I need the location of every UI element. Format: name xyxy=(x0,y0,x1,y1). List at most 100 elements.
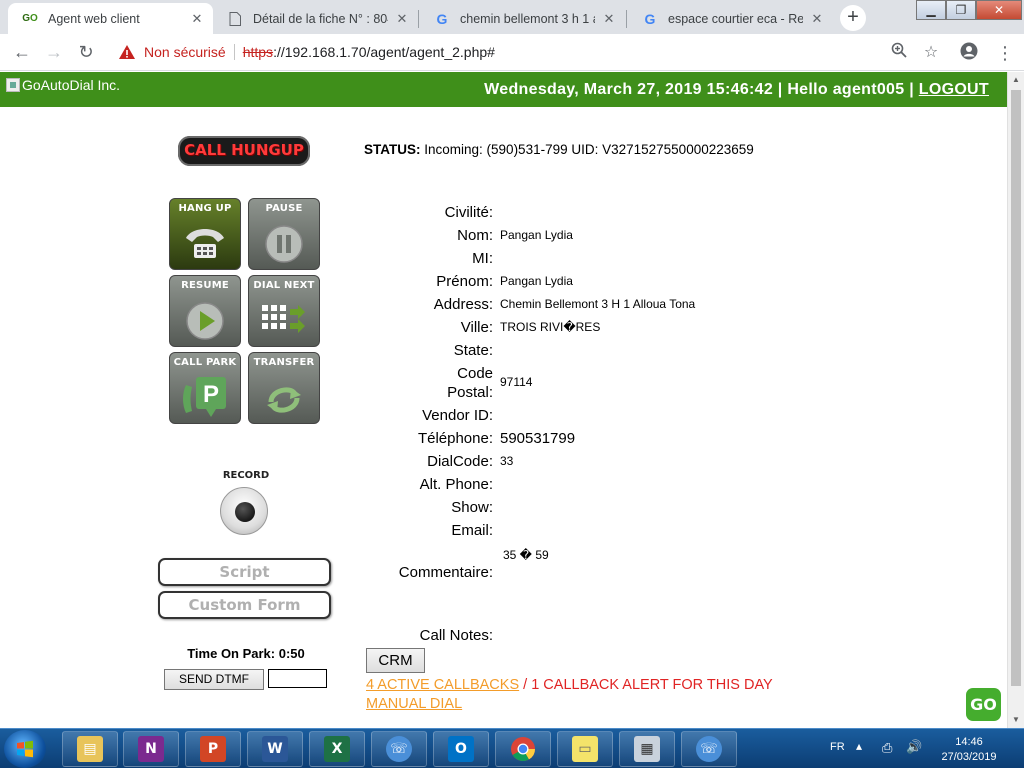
crm-button[interactable]: CRM xyxy=(366,648,425,673)
field-ville[interactable]: TROIS RIVI�RES xyxy=(500,320,600,334)
label-vendor-id: Vendor ID: xyxy=(422,407,493,424)
manual-dial-link[interactable]: MANUAL DIAL xyxy=(366,696,462,712)
app-header: GoAutoDial Inc. Wednesday, March 27, 201… xyxy=(0,72,1007,107)
script-button[interactable]: Script xyxy=(158,558,331,586)
close-tab-icon[interactable]: ✕ xyxy=(601,11,617,27)
taskbar-excel[interactable]: X xyxy=(309,731,365,767)
send-dtmf-button[interactable]: SEND DTMF xyxy=(164,669,264,690)
clock-time: 14:46 xyxy=(955,736,983,748)
word-icon: W xyxy=(262,736,288,762)
zoom-icon[interactable] xyxy=(888,42,910,64)
sticky-notes-icon: ▭ xyxy=(572,736,598,762)
taskbar-calculator[interactable]: ▦ xyxy=(619,731,675,767)
excel-icon: X xyxy=(324,736,350,762)
taskbar-word[interactable]: W xyxy=(247,731,303,767)
dial-next-label: DIAL NEXT xyxy=(253,280,315,291)
resume-button[interactable]: RESUME xyxy=(169,275,241,347)
network-icon[interactable]: ⎙ xyxy=(882,740,892,768)
callback-alert[interactable]: 1 CALLBACK ALERT FOR THIS DAY xyxy=(531,677,773,693)
header-datetime: Wednesday, March 27, 2019 15:46:42 xyxy=(484,81,774,98)
taskbar-softphone[interactable]: ☏ xyxy=(371,731,427,767)
back-arrow-icon[interactable]: ← xyxy=(10,41,34,65)
record-label: RECORD xyxy=(222,470,270,481)
close-window-icon[interactable]: ✕ xyxy=(976,0,1022,20)
taskbar-chrome[interactable] xyxy=(495,731,551,767)
call-park-button[interactable]: CALL PARK P xyxy=(169,352,241,424)
taskbar-phone[interactable]: ☏ xyxy=(681,731,737,767)
dial-next-button[interactable]: DIAL NEXT xyxy=(248,275,320,347)
taskbar-explorer[interactable]: ▤ xyxy=(62,731,118,767)
logout-link[interactable]: LOGOUT xyxy=(919,81,989,98)
field-prenom[interactable]: Pangan Lydia xyxy=(500,274,573,288)
active-callbacks-link[interactable]: 4 ACTIVE CALLBACKS xyxy=(366,677,519,693)
close-tab-icon[interactable]: ✕ xyxy=(189,11,205,27)
profile-icon[interactable] xyxy=(958,42,980,64)
taskbar-onenote[interactable]: N xyxy=(123,731,179,767)
label-prenom: Prénom: xyxy=(436,273,493,290)
taskbar-outlook[interactable]: O xyxy=(433,731,489,767)
tab-divider xyxy=(418,10,419,28)
forward-arrow-icon[interactable]: → xyxy=(42,41,66,65)
field-telephone[interactable]: 590531799 xyxy=(500,430,575,447)
scroll-thumb[interactable] xyxy=(1011,90,1021,686)
label-code: Code xyxy=(457,365,493,382)
scroll-up-icon[interactable]: ▲ xyxy=(1008,72,1024,88)
reload-icon[interactable]: ↻ xyxy=(74,41,98,65)
scroll-down-icon[interactable]: ▼ xyxy=(1008,712,1024,728)
tab-agent-web-client[interactable]: GO Agent web client ✕ xyxy=(8,3,213,34)
label-address: Address: xyxy=(433,296,493,313)
field-code-postal[interactable]: 97114 xyxy=(500,375,532,389)
taskbar-powerpoint[interactable]: P xyxy=(185,731,241,767)
field-dialcode[interactable]: 33 xyxy=(500,454,513,468)
label-mi: MI: xyxy=(472,250,493,267)
vertical-scrollbar[interactable]: ▲ ▼ xyxy=(1007,72,1024,728)
omnibox-divider xyxy=(233,44,235,60)
system-clock[interactable]: 14:46 27/03/2019 xyxy=(930,735,1008,765)
field-nom[interactable]: Pangan Lydia xyxy=(500,228,573,242)
close-tab-icon[interactable]: ✕ xyxy=(809,11,825,27)
tray-expand-icon[interactable]: ▴ xyxy=(856,739,862,768)
label-postal: Postal: xyxy=(447,384,493,401)
field-commentaire[interactable]: 35 � 59 xyxy=(503,548,549,562)
tab-title: espace courtier eca - Rech xyxy=(668,11,803,26)
dtmf-input[interactable] xyxy=(268,669,327,688)
callback-separator: / xyxy=(523,677,528,693)
tab-google-espace[interactable]: G espace courtier eca - Rech ✕ xyxy=(628,3,833,34)
close-tab-icon[interactable]: ✕ xyxy=(394,11,410,27)
bookmark-star-icon[interactable]: ☆ xyxy=(920,42,942,64)
powerpoint-icon: P xyxy=(200,736,226,762)
menu-kebab-icon[interactable]: ⋮ xyxy=(994,42,1016,64)
browser-toolbar: ← → ↻ Non sécurisé https ://192.168.1.70… xyxy=(0,34,1024,71)
field-address[interactable]: Chemin Bellemont 3 H 1 Alloua Tona xyxy=(500,297,695,311)
phone-icon: ☏ xyxy=(696,736,722,762)
custom-form-button[interactable]: Custom Form xyxy=(158,591,331,619)
label-show: Show: xyxy=(451,499,493,516)
tab-google-chemin[interactable]: G chemin bellemont 3 h 1 all ✕ xyxy=(420,3,625,34)
browser-tab-strip: GO Agent web client ✕ Détail de la fiche… xyxy=(0,0,1024,34)
softphone-icon: ☏ xyxy=(386,736,412,762)
logo-alt-text: GoAutoDial Inc. xyxy=(22,77,121,93)
new-tab-button[interactable]: + xyxy=(840,5,866,31)
address-bar[interactable]: Non sécurisé https ://192.168.1.70/agent… xyxy=(108,38,954,66)
pause-button[interactable]: PAUSE xyxy=(248,198,320,270)
resume-label: RESUME xyxy=(181,280,229,291)
transfer-button[interactable]: TRANSFER xyxy=(248,352,320,424)
record-button[interactable] xyxy=(220,487,268,535)
taskbar-sticky-notes[interactable]: ▭ xyxy=(557,731,613,767)
hang-up-button[interactable]: HANG UP xyxy=(169,198,241,270)
security-status[interactable]: Non sécurisé xyxy=(144,44,226,60)
restore-icon[interactable]: ❐ xyxy=(946,0,976,20)
pause-icon xyxy=(249,221,319,267)
tab-detail-fiche[interactable]: Détail de la fiche N° : 8042 ✕ xyxy=(213,3,418,34)
start-button[interactable] xyxy=(4,730,46,768)
language-indicator[interactable]: FR xyxy=(830,741,845,768)
google-favicon: G xyxy=(644,10,656,27)
go-badge-icon[interactable]: GO xyxy=(966,688,1001,721)
status-label: STATUS: xyxy=(364,142,421,157)
call-status-indicator: CALL HUNGUP xyxy=(178,136,310,166)
header-info: Wednesday, March 27, 2019 15:46:42 | Hel… xyxy=(484,81,989,99)
minimize-icon[interactable]: ▁ xyxy=(916,0,946,20)
goautodial-logo: GoAutoDial Inc. xyxy=(6,77,120,93)
volume-icon[interactable]: 🔊 xyxy=(906,739,922,768)
warning-icon[interactable] xyxy=(118,44,136,60)
